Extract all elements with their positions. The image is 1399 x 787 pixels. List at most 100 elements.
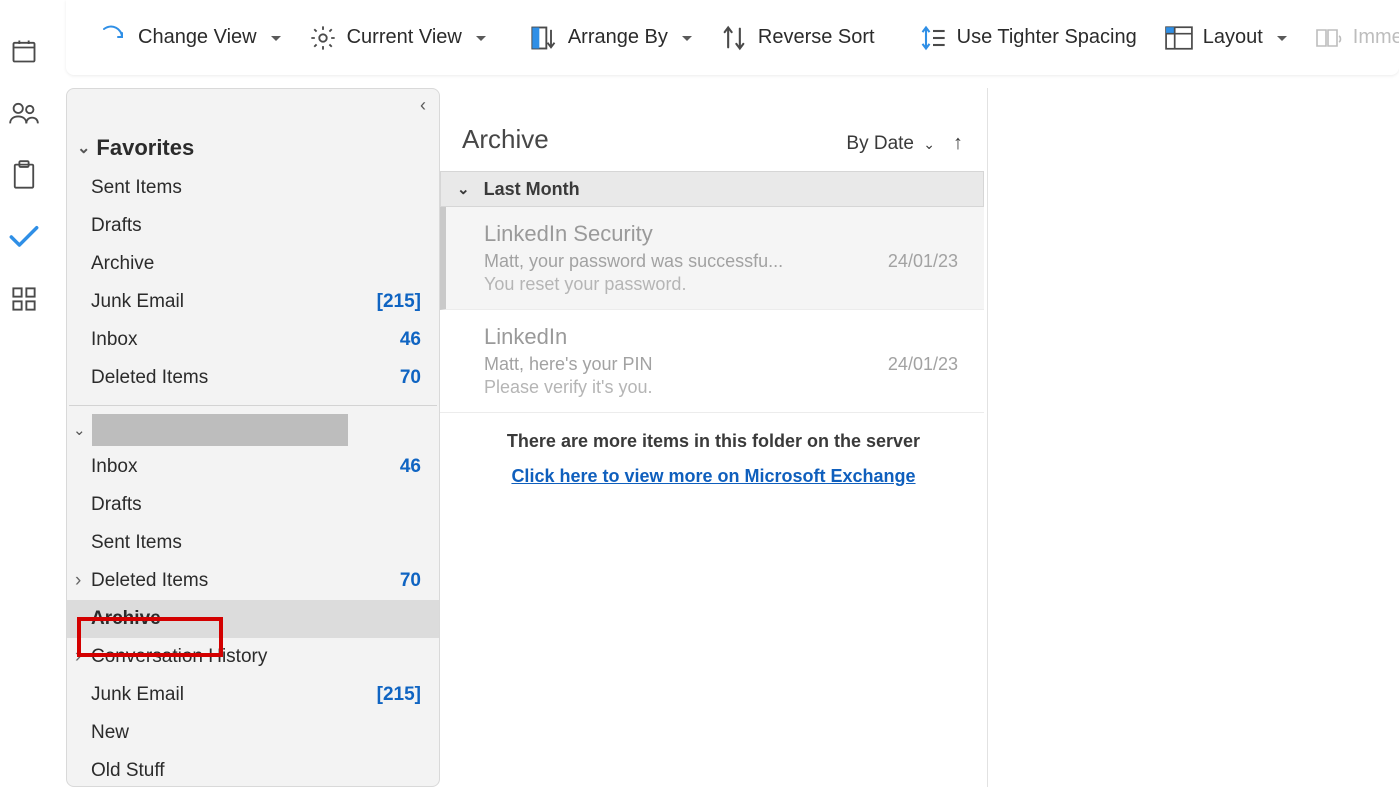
folder-count: 46 [400,329,421,351]
layout-icon [1165,24,1193,52]
folder-sent-items[interactable]: Sent Items [67,524,439,562]
folder-label: Inbox [91,456,137,478]
message-list-pane: Archive By Date ⌄ ↑ ⌄ Last Month LinkedI… [440,88,988,787]
sort-by-label: By Date [846,133,914,154]
sort-direction-button[interactable]: ↑ [953,132,963,155]
folder-label: New [91,722,129,744]
folder-deleted-items[interactable]: › Deleted Items 70 [67,562,439,600]
folder-junk-email-fav[interactable]: Junk Email [215] [67,283,439,321]
reverse-sort-icon [720,24,748,52]
layout-button[interactable]: Layout [1151,15,1301,61]
chevron-right-icon: › [75,646,89,668]
folder-count: [215] [377,291,421,313]
layout-label: Layout [1203,26,1263,49]
folder-deleted-items-fav[interactable]: Deleted Items 70 [67,359,439,397]
group-last-month[interactable]: ⌄ Last Month [440,171,984,207]
mail-item[interactable]: LinkedIn Security Matt, your password wa… [440,207,984,310]
apps-grid-icon[interactable] [9,284,39,314]
folder-new[interactable]: New [67,714,439,752]
folder-title: Archive [462,124,549,155]
tighter-spacing-label: Use Tighter Spacing [957,26,1137,49]
chevron-down-icon: ⌄ [457,180,470,198]
nav-rail [0,0,48,787]
folder-label: Inbox [91,329,137,351]
folder-conversation-history[interactable]: › Conversation History [67,638,439,676]
folder-old-stuff[interactable]: Old Stuff [67,752,439,787]
chevron-left-icon: ‹ [420,95,426,115]
folder-drafts[interactable]: Drafts [67,207,439,245]
tighter-spacing-icon [919,24,947,52]
folder-pane: ‹ ⌄ Favorites Sent Items Drafts Archive … [66,88,440,787]
people-icon[interactable] [9,98,39,128]
immersive-reader-icon [1315,24,1343,52]
reverse-sort-label: Reverse Sort [758,26,875,49]
more-items-bar: There are more items in this folder on t… [440,413,987,505]
arrange-by-button[interactable]: Arrange By [516,15,706,61]
arrange-by-label: Arrange By [568,26,668,49]
arrow-up-icon: ↑ [953,132,963,154]
folder-label: Archive [91,253,154,275]
folder-label: Deleted Items [91,367,208,389]
change-view-button[interactable]: Change View [86,15,295,61]
mail-sender: LinkedIn Security [484,221,958,247]
favorites-header[interactable]: ⌄ Favorites [67,127,439,169]
immersive-reader-button[interactable]: Immers [1301,15,1399,61]
account-header[interactable]: ⌄ [67,412,439,448]
folder-label: Junk Email [91,291,184,313]
tasks-clipboard-icon[interactable] [9,160,39,190]
change-view-icon [100,24,128,52]
folder-count: [215] [377,684,421,706]
folder-label: Sent Items [91,532,182,554]
mail-date: 24/01/23 [888,354,958,375]
arrange-by-icon [530,24,558,52]
folder-drafts[interactable]: Drafts [67,486,439,524]
change-view-label: Change View [138,26,257,49]
current-view-label: Current View [347,26,462,49]
folder-label: Drafts [91,215,142,237]
gear-icon [309,24,337,52]
chevron-down-icon: ⌄ [73,421,86,439]
tighter-spacing-button[interactable]: Use Tighter Spacing [905,15,1151,61]
mail-subject: Matt, here's your PIN [484,354,653,375]
immersive-reader-label: Immers [1353,26,1399,49]
current-view-button[interactable]: Current View [295,15,500,61]
folder-label: Drafts [91,494,142,516]
more-items-text: There are more items in this folder on t… [452,431,975,452]
folder-count: 70 [400,570,421,592]
mail-preview: You reset your password. [484,274,958,295]
mail-subject: Matt, your password was successfu... [484,251,783,272]
folder-count: 46 [400,456,421,478]
chevron-down-icon: ⌄ [77,138,90,158]
folder-label: Sent Items [91,177,182,199]
folder-label: Junk Email [91,684,184,706]
folder-archive-fav[interactable]: Archive [67,245,439,283]
chevron-right-icon: › [75,570,89,592]
folder-sent-items[interactable]: Sent Items [67,169,439,207]
folder-inbox[interactable]: Inbox 46 [67,448,439,486]
mail-date: 24/01/23 [888,251,958,272]
divider [69,405,437,406]
folder-junk-email[interactable]: Junk Email [215] [67,676,439,714]
folder-label: Deleted Items [91,570,400,592]
reverse-sort-button[interactable]: Reverse Sort [706,15,889,61]
group-label: Last Month [484,179,580,200]
mail-preview: Please verify it's you. [484,377,958,398]
mail-sender: LinkedIn [484,324,958,350]
favorites-label: Favorites [96,135,194,161]
chevron-down-icon: ⌄ [923,136,935,152]
view-more-link[interactable]: Click here to view more on Microsoft Exc… [511,466,915,487]
mail-item[interactable]: LinkedIn Matt, here's your PIN 24/01/23 … [440,310,984,413]
sort-by-button[interactable]: By Date ⌄ [846,133,935,155]
folder-inbox-fav[interactable]: Inbox 46 [67,321,439,359]
collapse-folder-pane-button[interactable]: ‹ [413,95,433,115]
folder-label: Conversation History [91,646,421,668]
folder-label: Old Stuff [91,760,165,782]
view-ribbon: Change View Current View Arrange By [66,0,1399,75]
calendar-icon[interactable] [9,36,39,66]
folder-count: 70 [400,367,421,389]
folder-archive[interactable]: Archive [67,600,439,638]
account-name-redacted [92,414,348,446]
reading-pane [988,88,1399,787]
folder-label: Archive [91,608,161,630]
todo-check-icon[interactable] [9,222,39,252]
